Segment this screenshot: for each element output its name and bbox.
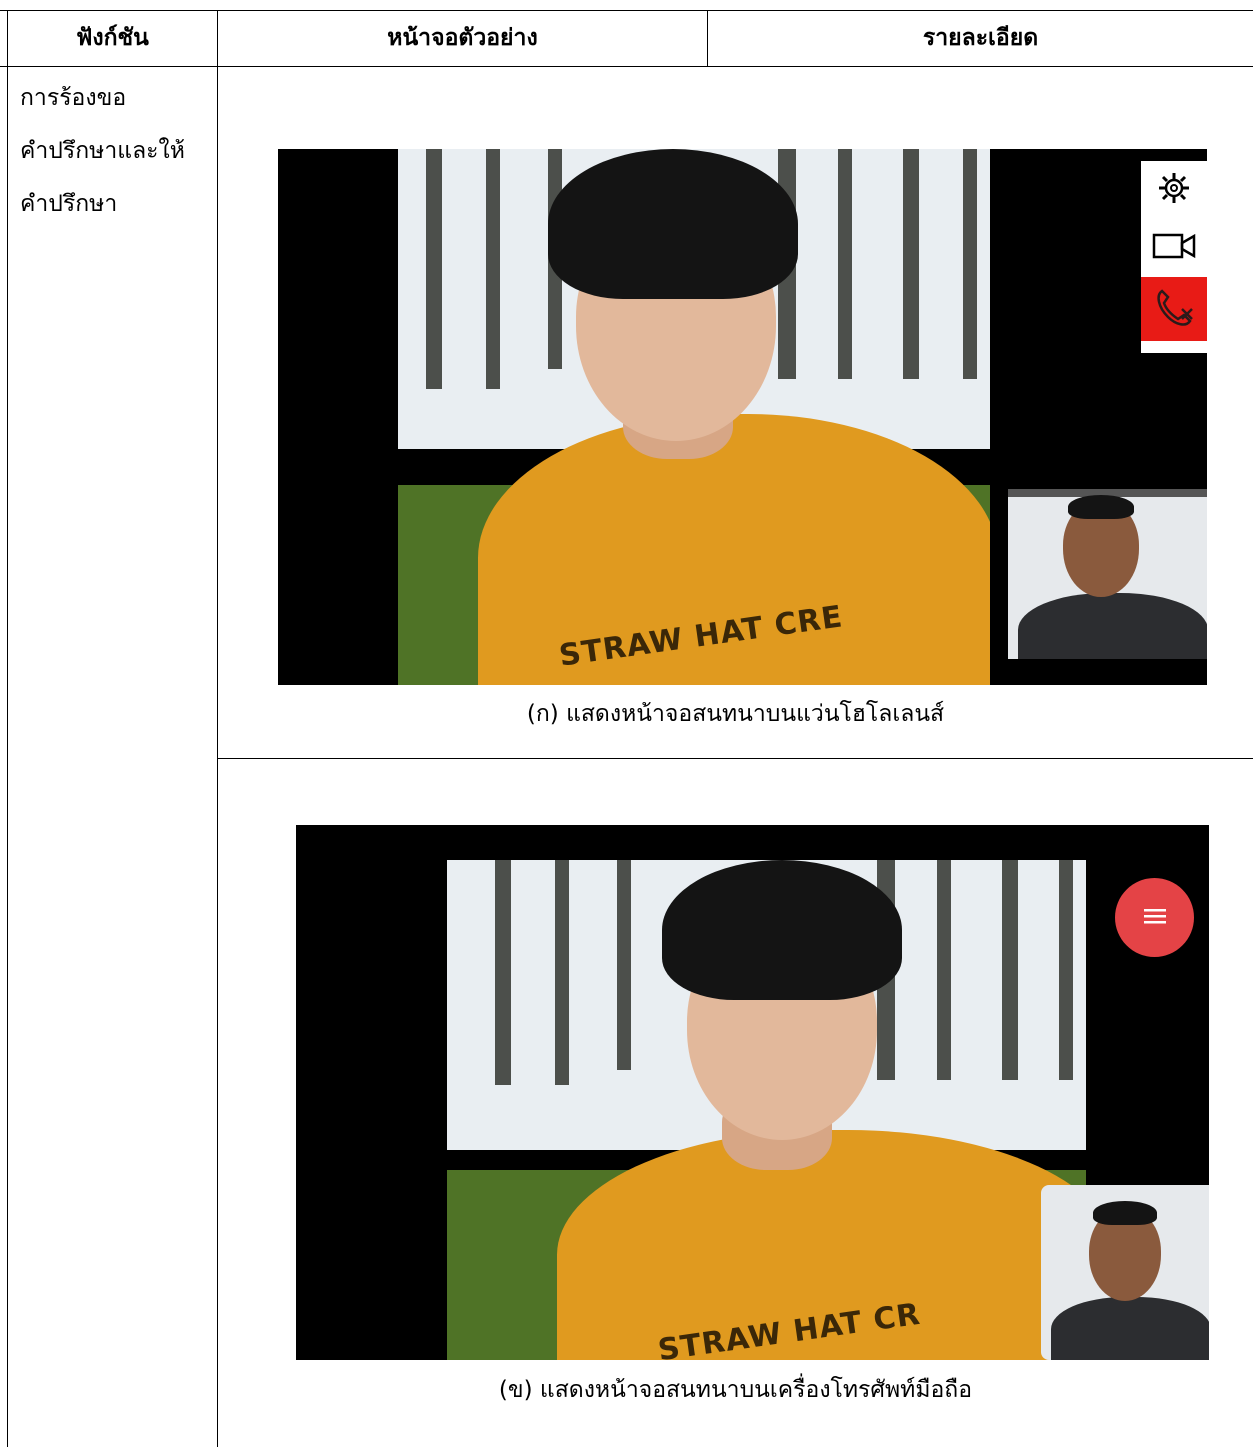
function-line-2: คำปรึกษาและให้	[20, 138, 185, 164]
self-view-video	[1008, 489, 1207, 659]
header-details: รายละเอียด	[922, 25, 1039, 51]
mobile-screenshot: STRAW HAT CR	[296, 825, 1209, 1360]
table-row-divider	[217, 758, 1253, 759]
video-camera-icon	[1152, 231, 1196, 265]
hololens-screenshot: STRAW HAT CRE	[278, 149, 1207, 685]
end-call-button[interactable]	[1141, 277, 1207, 341]
main-video-feed-mobile: STRAW HAT CR	[447, 860, 1086, 1360]
caption-figure-b: (ข) แสดงหน้าจอสนทนาบนเครื่องโทรศัพท์มือถ…	[498, 1377, 973, 1403]
hololens-control-panel	[1141, 161, 1207, 353]
menu-icon	[1143, 908, 1166, 928]
table-border-left	[7, 10, 8, 1447]
caption-figure-a: (ก) แสดงหน้าจอสนทนาบนแว่นโฮโลเลนส์	[526, 701, 945, 727]
function-line-1: การร้องขอ	[20, 85, 127, 111]
table-border-header-bottom	[0, 66, 1253, 67]
settings-button[interactable]	[1141, 161, 1207, 219]
menu-button[interactable]	[1115, 878, 1194, 957]
main-video-feed: STRAW HAT CRE	[398, 149, 990, 685]
function-line-3: คำปรึกษา	[20, 191, 118, 217]
function-cell: การร้องขอ คำปรึกษาและให้ คำปรึกษา	[20, 72, 210, 231]
camera-toggle-button[interactable]	[1141, 219, 1207, 277]
header-function: ฟังก์ชัน	[76, 25, 149, 51]
end-call-icon	[1152, 285, 1196, 333]
self-view-video-mobile	[1041, 1185, 1209, 1360]
header-sample-screen: หน้าจอตัวอย่าง	[387, 25, 538, 51]
settings-icon	[1156, 170, 1192, 210]
